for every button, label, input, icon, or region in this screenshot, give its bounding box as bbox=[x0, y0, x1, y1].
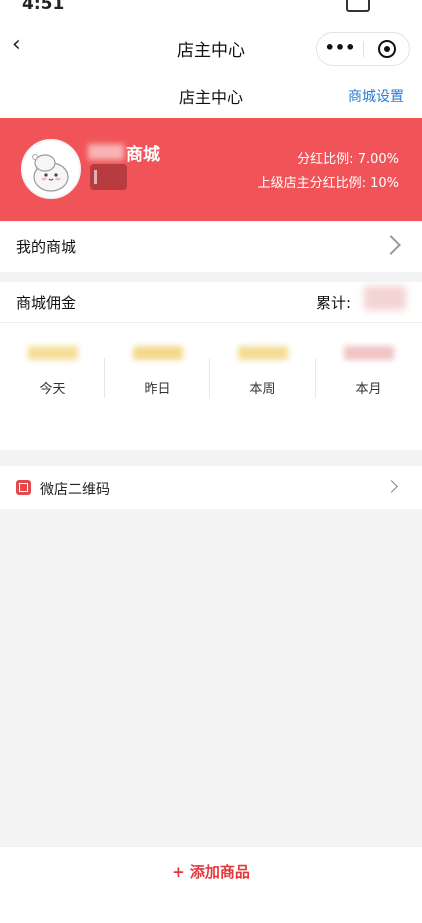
chevron-right-icon bbox=[381, 235, 401, 255]
commission-card: 商城佣金 累计: 今天 昨日 本周 本月 bbox=[0, 282, 422, 450]
page-header: 店主中心 商城设置 bbox=[0, 80, 422, 118]
parent-ratio-label: 上级店主分红比例: bbox=[257, 176, 366, 191]
status-bar: 4:51 bbox=[0, 0, 422, 14]
avatar bbox=[21, 139, 81, 199]
shop-name: 商城 bbox=[126, 145, 160, 165]
more-icon[interactable]: ••• bbox=[317, 33, 363, 65]
shop-settings-link[interactable]: 商城设置 bbox=[348, 86, 404, 106]
my-shop-row[interactable]: 我的商城 bbox=[0, 222, 422, 272]
commission-total-redacted bbox=[364, 286, 406, 310]
parent-dividend-ratio: 上级店主分红比例: 10% bbox=[258, 172, 399, 191]
commission-title: 商城佣金 bbox=[16, 294, 77, 312]
close-target-icon[interactable] bbox=[378, 40, 396, 58]
stat-month[interactable]: 本月 bbox=[316, 332, 421, 402]
add-product-button[interactable]: + 添加商品 bbox=[0, 861, 422, 882]
capsule-divider bbox=[363, 41, 364, 57]
stat-week[interactable]: 本周 bbox=[210, 332, 315, 402]
dividend-ratio-label: 分红比例: bbox=[297, 152, 354, 167]
nav-bar: ‹ 店主中心 ••• bbox=[0, 14, 422, 80]
avatar-cartoon-icon bbox=[23, 141, 79, 197]
stat-label: 本月 bbox=[355, 382, 382, 397]
my-shop-label: 我的商城 bbox=[16, 238, 77, 256]
stat-today[interactable]: 今天 bbox=[0, 332, 105, 402]
commission-stats: 今天 昨日 本周 本月 bbox=[0, 332, 422, 402]
bottom-bar: + 添加商品 bbox=[0, 846, 422, 923]
shop-level-badge bbox=[90, 164, 127, 190]
battery-icon bbox=[346, 0, 370, 12]
stat-label: 本周 bbox=[249, 382, 276, 397]
parent-ratio-value: 10% bbox=[370, 176, 399, 191]
stat-value-redacted bbox=[132, 346, 183, 360]
qrcode-icon bbox=[16, 480, 31, 495]
chevron-right-icon bbox=[385, 480, 398, 493]
shop-banner: 商城 分红比例: 7.00% 上级店主分红比例: 10% bbox=[0, 118, 422, 221]
status-time: 4:51 bbox=[22, 0, 65, 14]
stat-label: 昨日 bbox=[144, 382, 171, 397]
stat-label: 今天 bbox=[39, 382, 66, 397]
commission-header: 商城佣金 累计: bbox=[0, 282, 422, 323]
commission-total-label: 累计: bbox=[316, 294, 352, 312]
stat-value-redacted bbox=[27, 346, 78, 360]
stat-yesterday[interactable]: 昨日 bbox=[105, 332, 210, 402]
dividend-ratio: 分红比例: 7.00% bbox=[297, 148, 399, 167]
shop-name-redacted bbox=[88, 144, 124, 160]
qrcode-label: 微店二维码 bbox=[40, 482, 110, 498]
shop-qrcode-row[interactable]: 微店二维码 bbox=[0, 466, 422, 509]
mini-program-capsule: ••• bbox=[316, 32, 410, 66]
stat-value-redacted bbox=[343, 346, 394, 360]
stat-value-redacted bbox=[237, 346, 288, 360]
dividend-ratio-value: 7.00% bbox=[357, 152, 399, 167]
